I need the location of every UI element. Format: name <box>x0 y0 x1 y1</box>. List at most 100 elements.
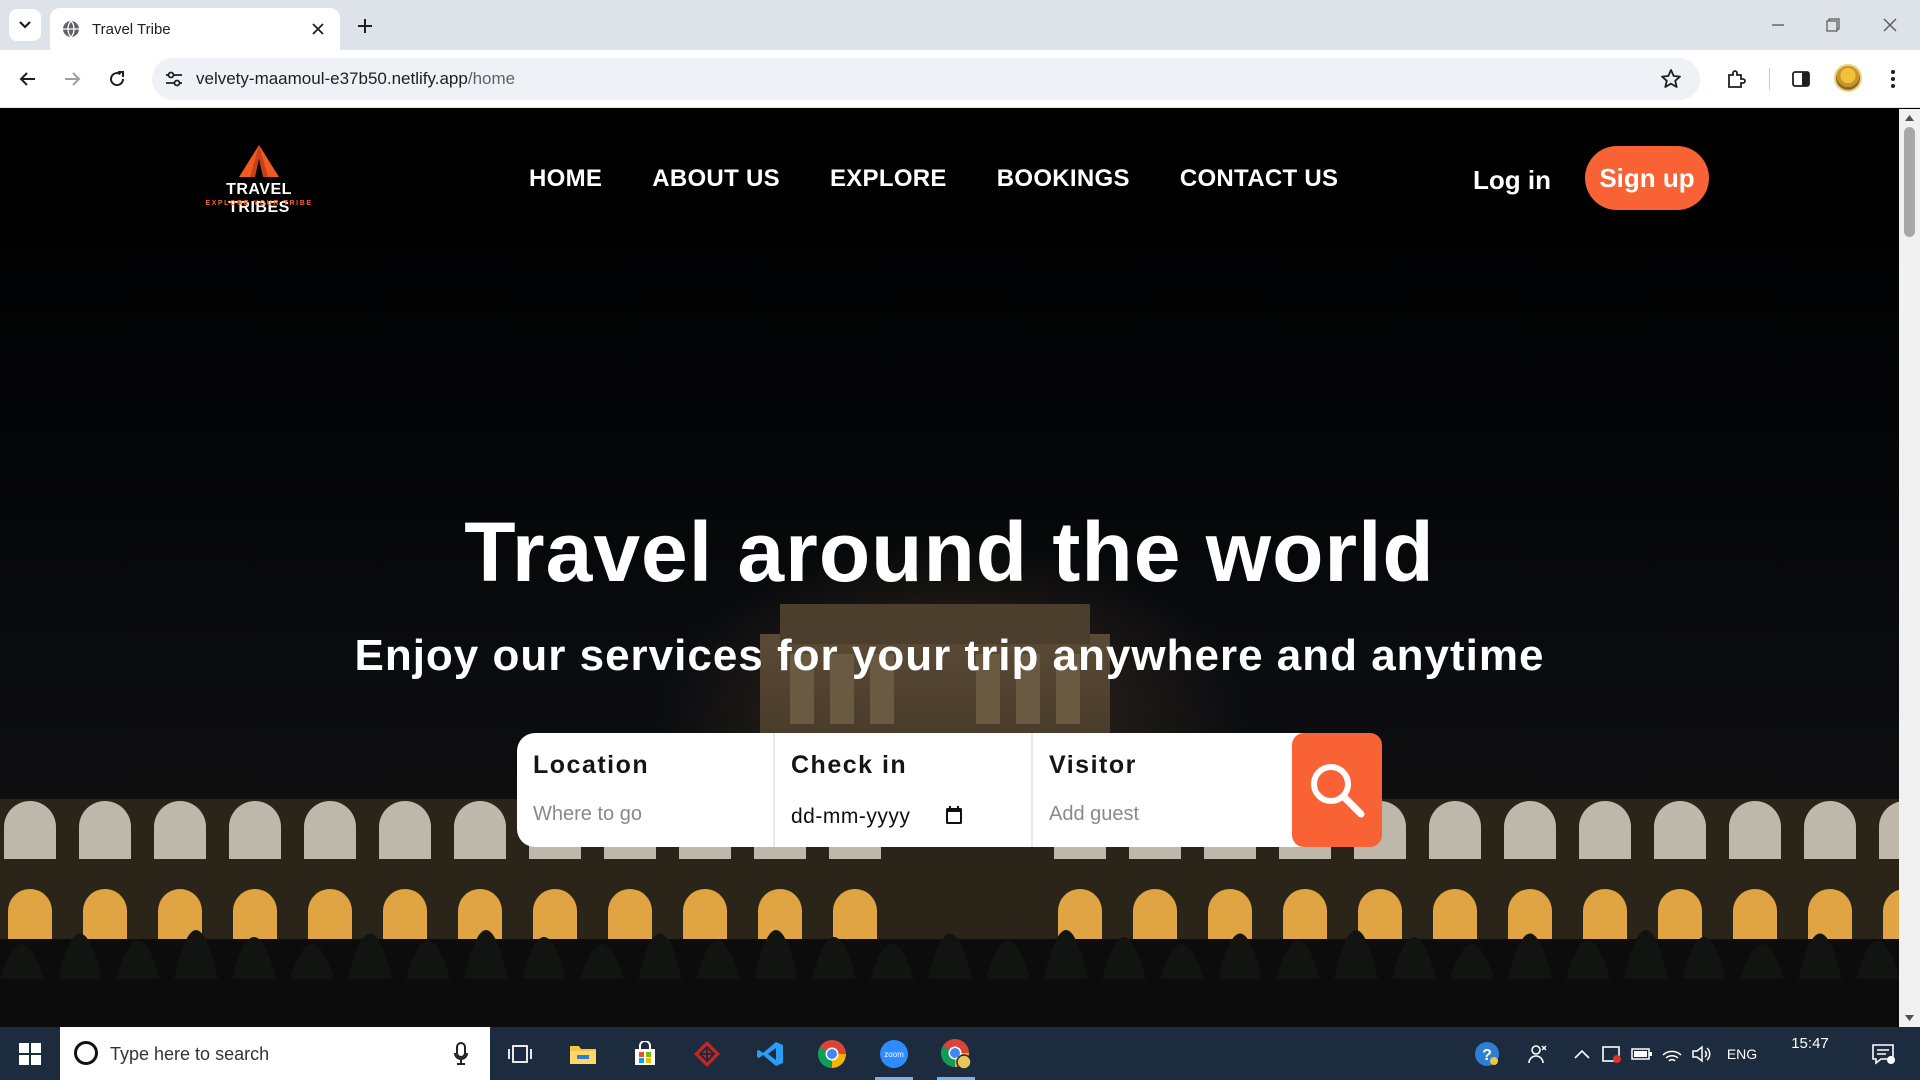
site-info-button[interactable] <box>162 67 186 91</box>
tab-strip: Travel Tribe <box>0 0 1920 50</box>
show-hidden-icons-button[interactable] <box>1571 1027 1593 1080</box>
login-link[interactable]: Log in <box>1473 165 1551 196</box>
more-vertical-icon <box>1891 70 1895 88</box>
signup-button[interactable]: Sign up <box>1585 146 1709 210</box>
minimize-icon <box>1772 24 1784 26</box>
meet-now-tray-button[interactable] <box>1599 1027 1625 1080</box>
vscode-icon <box>757 1041 783 1066</box>
windows-taskbar: Type here to search zoom ? ENG 15:47 <box>0 1027 1920 1080</box>
main-nav: HOME ABOUT US EXPLORE BOOKINGS CONTACT U… <box>529 165 1338 193</box>
toolbar-divider <box>1769 68 1770 90</box>
windows-logo-icon <box>19 1042 41 1065</box>
page-scrollbar[interactable] <box>1899 109 1920 1027</box>
reload-icon <box>110 71 125 87</box>
battery-icon <box>1631 1047 1652 1060</box>
scroll-down-icon[interactable] <box>1904 1013 1915 1023</box>
tab-title: Travel Tribe <box>92 20 171 38</box>
tune-icon <box>166 71 182 87</box>
minimize-button[interactable] <box>1765 12 1791 38</box>
hero-title: Travel around the world <box>464 505 1435 599</box>
task-view-icon <box>508 1044 532 1063</box>
browser-menu-button[interactable] <box>1878 64 1908 94</box>
language-indicator[interactable]: ENG <box>1722 1027 1762 1080</box>
svg-text:zoom: zoom <box>884 1050 904 1059</box>
visitor-field: Visitor <box>1033 733 1291 847</box>
new-tab-button[interactable] <box>352 13 378 39</box>
notifications-icon <box>1872 1043 1895 1065</box>
cortana-icon <box>74 1041 98 1065</box>
location-label: Location <box>533 751 650 779</box>
arrow-right-icon <box>65 72 81 86</box>
reload-button[interactable] <box>102 64 132 94</box>
side-panel-icon <box>1792 71 1810 87</box>
microsoft-store-button[interactable] <box>616 1027 674 1080</box>
start-button[interactable] <box>0 1027 60 1080</box>
logo-text: TRAVEL TRIBES <box>226 181 292 216</box>
calendar-icon[interactable] <box>945 805 963 825</box>
web-page: TRAVEL TRIBES EXPLORE YOUR TRIBE HOME AB… <box>0 109 1899 1027</box>
chrome-icon <box>818 1039 846 1068</box>
bookmark-button[interactable] <box>1658 66 1684 92</box>
nav-contact-us[interactable]: CONTACT US <box>1180 165 1339 193</box>
taskbar-clock[interactable]: 15:47 <box>1775 1035 1845 1052</box>
search-icon <box>1311 764 1365 818</box>
checkin-label: Check in <box>791 751 908 779</box>
nav-home[interactable]: HOME <box>529 165 602 193</box>
scroll-up-icon[interactable] <box>1904 113 1915 123</box>
nav-bookings[interactable]: BOOKINGS <box>997 165 1130 193</box>
hero-subtitle: Enjoy our services for your trip anywher… <box>354 631 1545 680</box>
checkin-date-input[interactable]: dd-mm-yyyy <box>791 805 910 829</box>
network-tray-button[interactable] <box>1659 1027 1685 1080</box>
arrow-left-icon <box>19 72 35 86</box>
back-button[interactable] <box>13 64 43 94</box>
help-icon: ? <box>1475 1041 1499 1066</box>
tab-close-button[interactable] <box>308 19 328 39</box>
wifi-icon <box>1662 1050 1682 1062</box>
close-icon <box>1883 18 1897 32</box>
task-view-button[interactable] <box>491 1027 549 1080</box>
search-button[interactable] <box>1292 733 1382 847</box>
battery-tray-button[interactable] <box>1629 1027 1655 1080</box>
forward-button[interactable] <box>57 64 87 94</box>
chevron-up-icon <box>1574 1049 1590 1059</box>
notifications-button[interactable] <box>1866 1027 1900 1080</box>
browser-tab[interactable]: Travel Tribe <box>50 8 340 50</box>
site-logo[interactable]: TRAVEL TRIBES EXPLORE YOUR TRIBE <box>193 143 325 219</box>
volume-tray-button[interactable] <box>1689 1027 1715 1080</box>
chrome-button[interactable] <box>803 1027 861 1080</box>
tab-search-button[interactable] <box>9 9 41 41</box>
chrome-profile-button[interactable] <box>927 1027 985 1080</box>
taskbar-search-box[interactable]: Type here to search <box>60 1027 490 1080</box>
visitor-input[interactable] <box>1049 803 1274 826</box>
extensions-button[interactable] <box>1721 64 1751 94</box>
url-path: /home <box>467 69 516 88</box>
logo-tagline: EXPLORE YOUR TRIBE <box>205 200 313 207</box>
scrollbar-thumb[interactable] <box>1904 127 1915 237</box>
meet-now-icon <box>1602 1045 1621 1063</box>
file-explorer-button[interactable] <box>554 1027 612 1080</box>
zoom-button[interactable]: zoom <box>865 1027 923 1080</box>
browser-toolbar: velvety-maamoul-e37b50.netlify.app/home <box>0 50 1920 108</box>
trees-background-image <box>0 930 1899 1027</box>
help-tray-button[interactable]: ? <box>1470 1027 1504 1080</box>
visitor-label: Visitor <box>1049 751 1137 779</box>
side-panel-button[interactable] <box>1786 64 1816 94</box>
profile-avatar[interactable] <box>1834 64 1862 92</box>
restore-button[interactable] <box>1820 12 1846 38</box>
location-input[interactable] <box>533 803 758 826</box>
close-window-button[interactable] <box>1877 12 1903 38</box>
address-bar[interactable]: velvety-maamoul-e37b50.netlify.app/home <box>152 58 1700 100</box>
store-icon <box>635 1040 655 1065</box>
vscode-button[interactable] <box>741 1027 799 1080</box>
people-tray-button[interactable] <box>1523 1027 1553 1080</box>
checkin-field: Check in dd-mm-yyyy <box>775 733 1033 847</box>
nav-about-us[interactable]: ABOUT US <box>652 165 780 193</box>
site-header: TRAVEL TRIBES EXPLORE YOUR TRIBE HOME AB… <box>0 109 1899 247</box>
url-text: velvety-maamoul-e37b50.netlify.app/home <box>196 69 515 89</box>
url-host: velvety-maamoul-e37b50.netlify.app <box>196 69 468 88</box>
nav-explore[interactable]: EXPLORE <box>830 165 947 193</box>
tent-icon <box>239 145 279 177</box>
folder-icon <box>570 1045 596 1064</box>
microphone-icon[interactable] <box>454 1042 468 1066</box>
red-app-button[interactable] <box>678 1027 736 1080</box>
